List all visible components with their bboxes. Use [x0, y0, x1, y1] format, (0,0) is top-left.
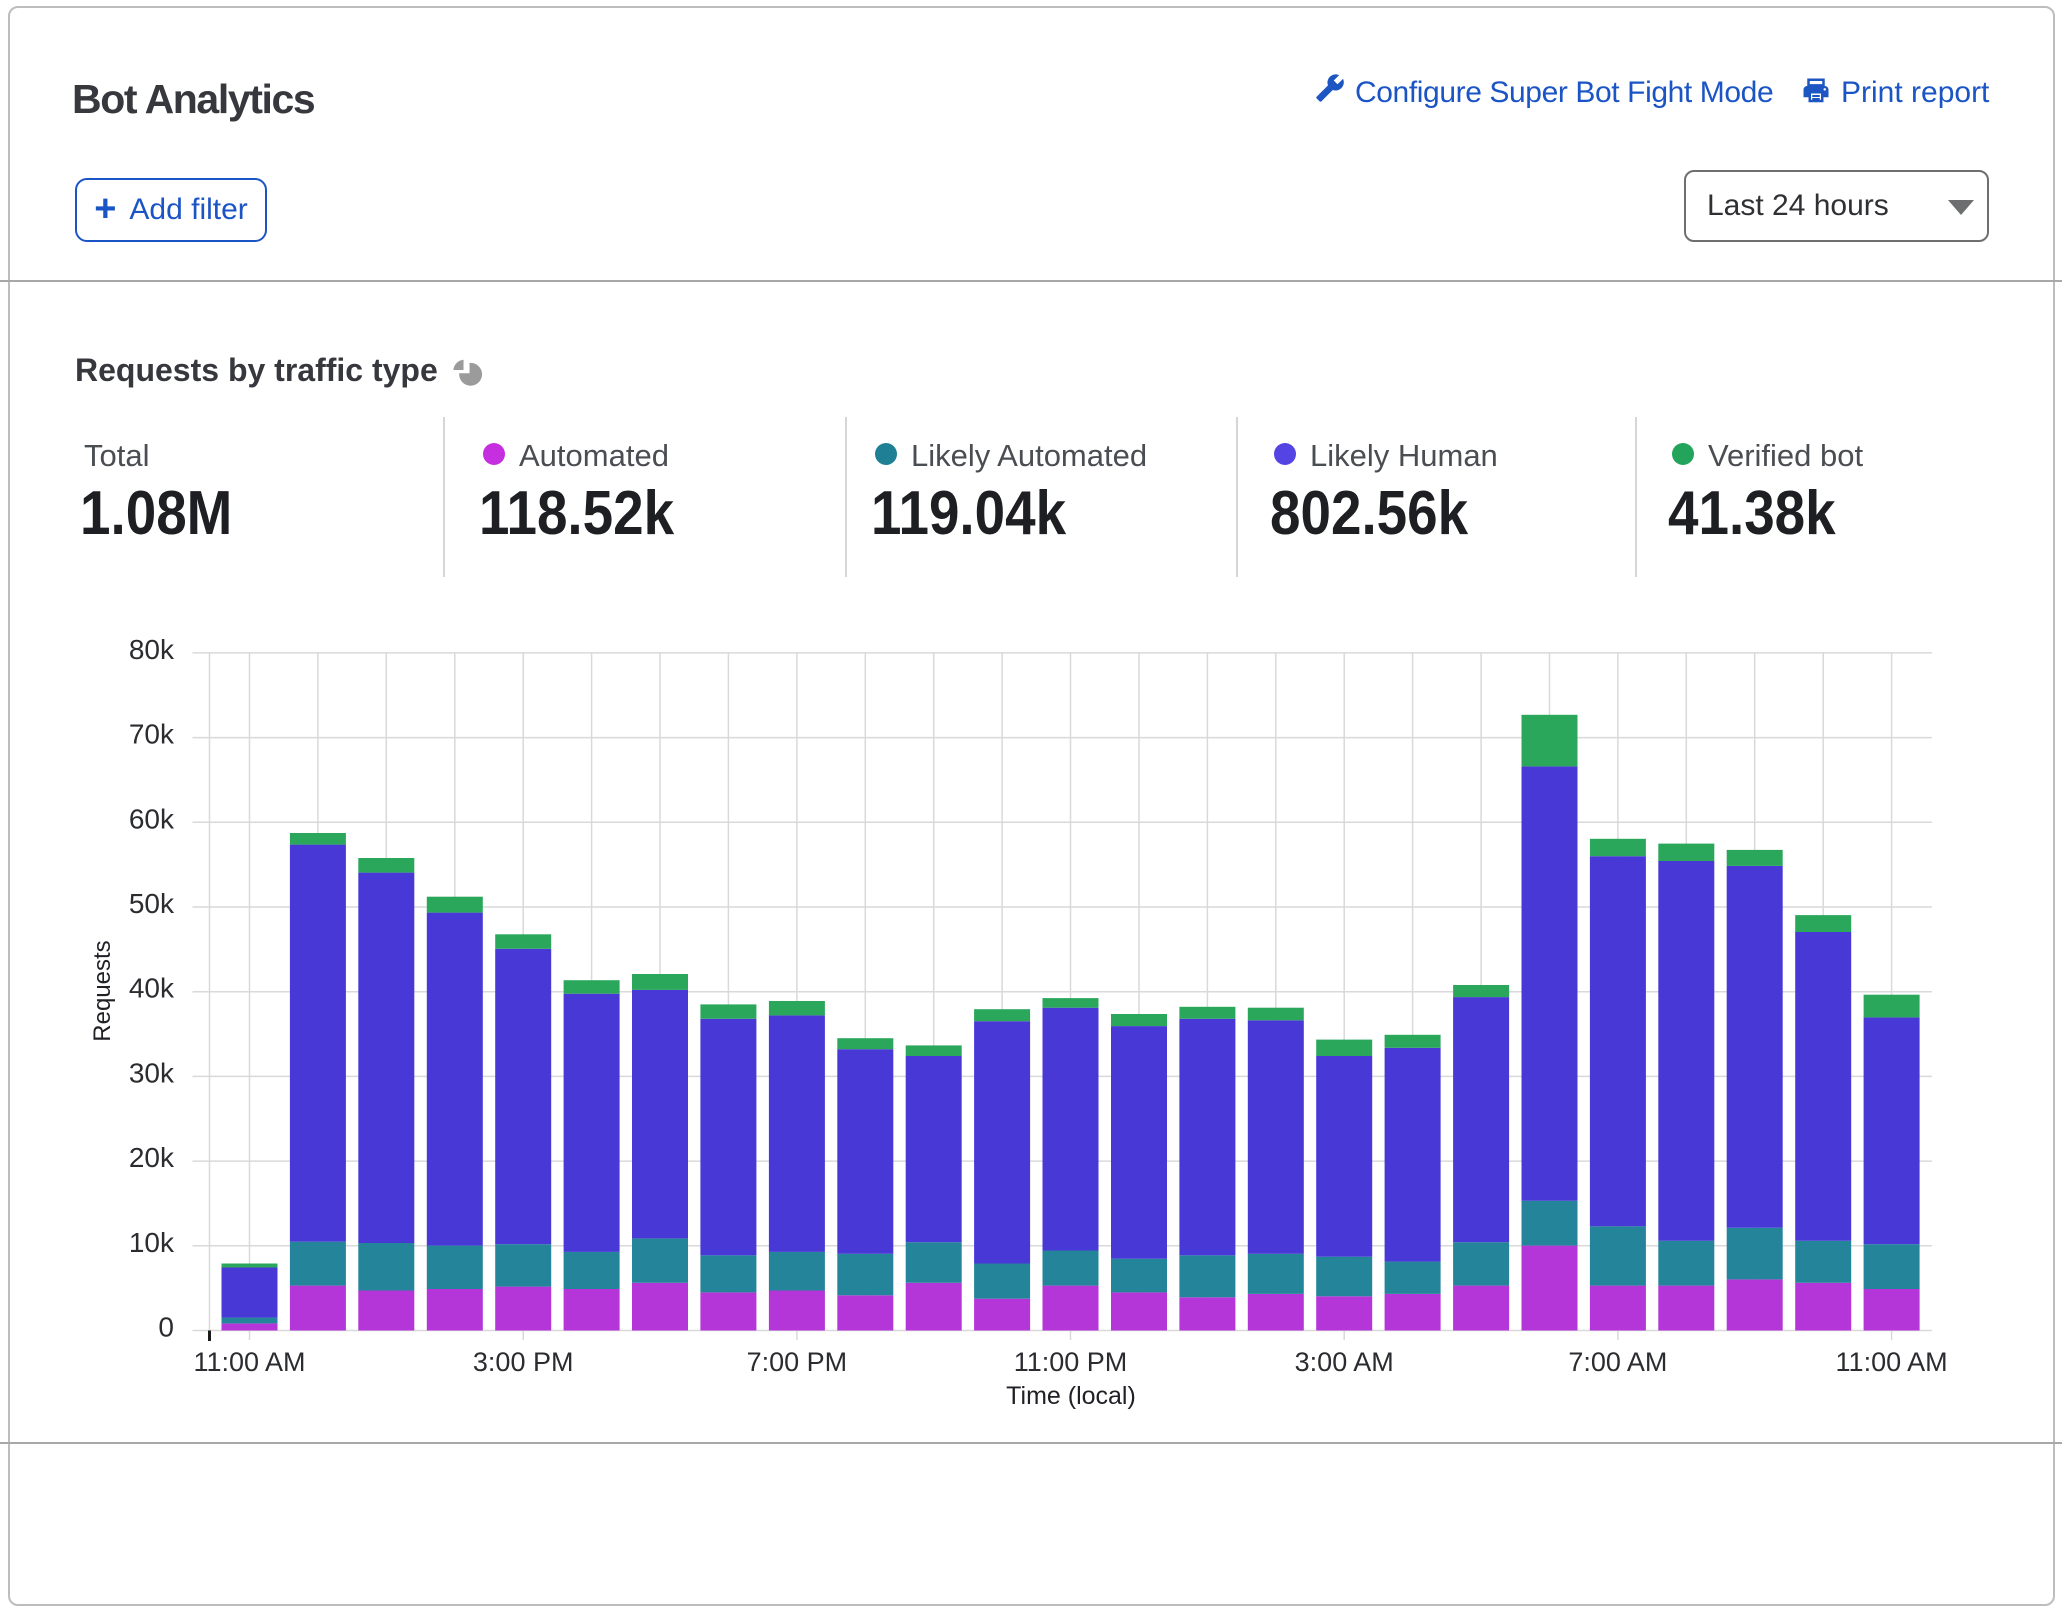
svg-text:3:00 AM: 3:00 AM — [1295, 1347, 1394, 1377]
svg-text:60k: 60k — [129, 803, 175, 834]
svg-text:3:00 PM: 3:00 PM — [473, 1347, 574, 1377]
svg-text:7:00 AM: 7:00 AM — [1568, 1347, 1667, 1377]
svg-text:11:00 AM: 11:00 AM — [1836, 1347, 1948, 1377]
svg-text:20k: 20k — [129, 1142, 175, 1173]
svg-text:0: 0 — [158, 1312, 174, 1343]
svg-text:Requests: Requests — [89, 940, 116, 1041]
svg-text:50k: 50k — [129, 888, 175, 919]
svg-text:11:00 AM: 11:00 AM — [193, 1347, 305, 1377]
svg-text:Time (local): Time (local) — [1006, 1382, 1136, 1410]
svg-text:11:00 PM: 11:00 PM — [1014, 1347, 1128, 1377]
svg-text:40k: 40k — [129, 973, 175, 1004]
svg-text:80k: 80k — [129, 634, 175, 665]
svg-text:70k: 70k — [129, 719, 175, 750]
svg-text:7:00 PM: 7:00 PM — [747, 1347, 848, 1377]
svg-text:10k: 10k — [129, 1227, 175, 1258]
svg-text:30k: 30k — [129, 1057, 175, 1088]
